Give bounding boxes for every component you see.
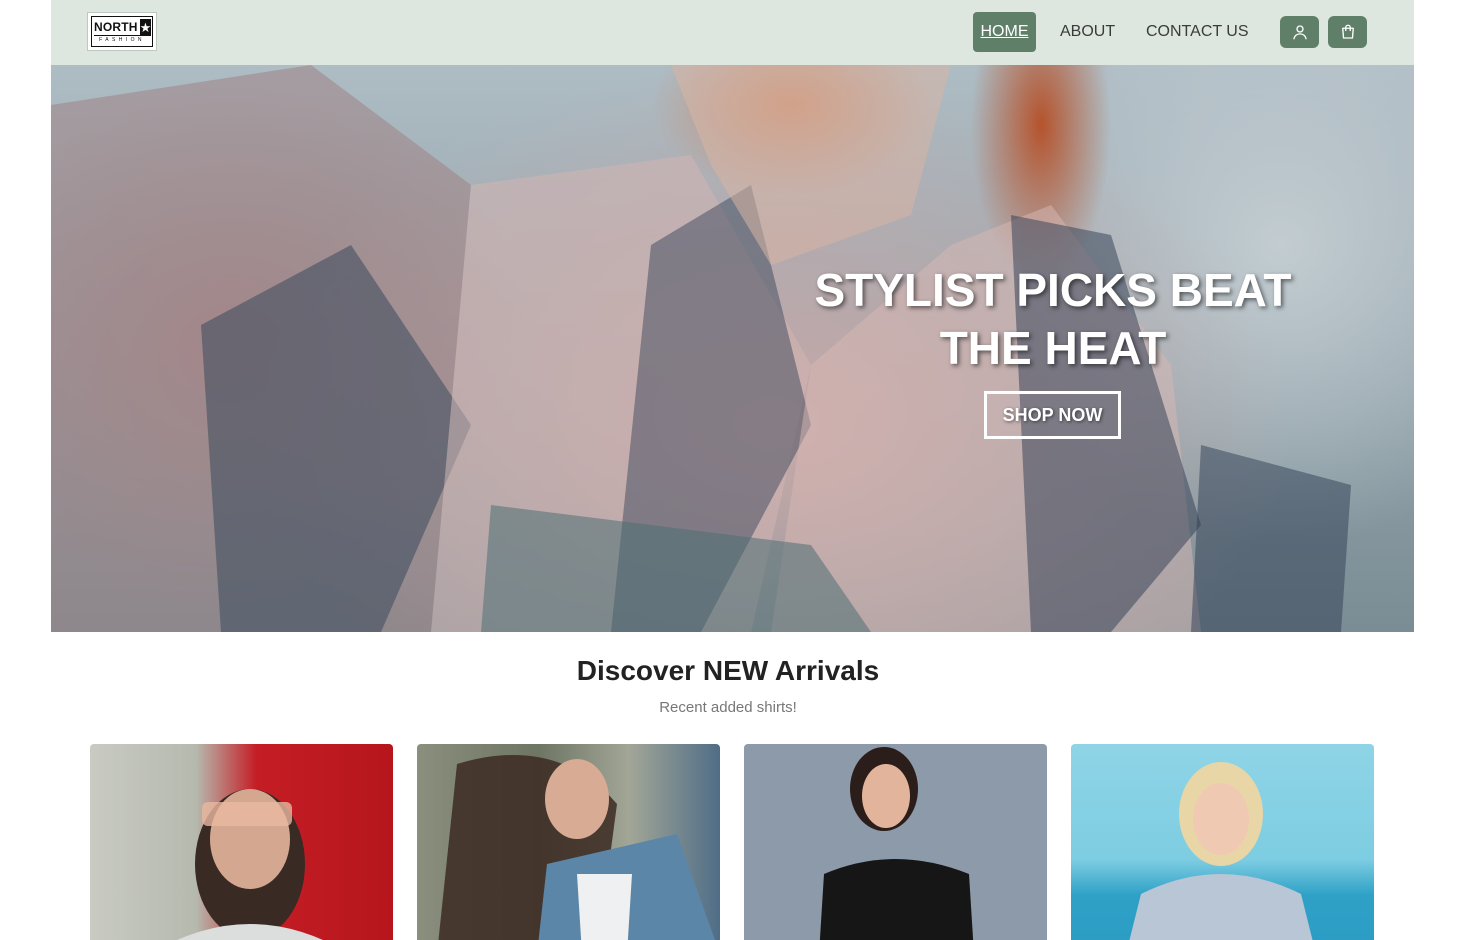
- logo-top: NORTH ★: [94, 19, 152, 36]
- product-card[interactable]: [417, 744, 720, 940]
- cart-button[interactable]: [1328, 16, 1367, 48]
- page: NORTH ★ FASHION HOME ABOUT CONTACT US ST…: [0, 0, 1470, 940]
- shop-now-button[interactable]: SHOP NOW: [984, 391, 1121, 439]
- logo-frame: NORTH ★ FASHION: [91, 16, 153, 47]
- brand-logo[interactable]: NORTH ★ FASHION: [87, 12, 157, 51]
- product-card[interactable]: [744, 744, 1047, 940]
- woman-black-polo-photo: [819, 747, 974, 940]
- nav-home-link[interactable]: HOME: [973, 12, 1036, 52]
- nav-contact-link[interactable]: CONTACT US: [1146, 12, 1249, 52]
- product-card[interactable]: [1071, 744, 1374, 940]
- nav-about-link[interactable]: ABOUT: [1060, 12, 1115, 52]
- account-button[interactable]: [1280, 16, 1319, 48]
- user-icon: [1292, 25, 1307, 40]
- hero-title: STYLIST PICKS BEAT THE HEAT: [814, 264, 1292, 374]
- product-card[interactable]: [90, 744, 393, 940]
- logo-word: NORTH: [94, 20, 138, 34]
- logo-subtitle: FASHION: [94, 35, 150, 44]
- hero-banner: STYLIST PICKS BEAT THE HEAT SHOP NOW: [51, 65, 1414, 632]
- section-title: Discover NEW Arrivals: [576, 655, 880, 686]
- shopping-bag-icon: [1341, 24, 1354, 39]
- section-subtitle: Recent added shirts!: [659, 699, 797, 716]
- woman-sunglasses-photo: [177, 789, 323, 940]
- woman-denim-jacket-photo: [438, 755, 715, 940]
- woman-sweatshirt-photo: [1129, 762, 1313, 940]
- site-header: NORTH ★ FASHION HOME ABOUT CONTACT US: [51, 0, 1414, 65]
- star-icon: ★: [139, 19, 152, 36]
